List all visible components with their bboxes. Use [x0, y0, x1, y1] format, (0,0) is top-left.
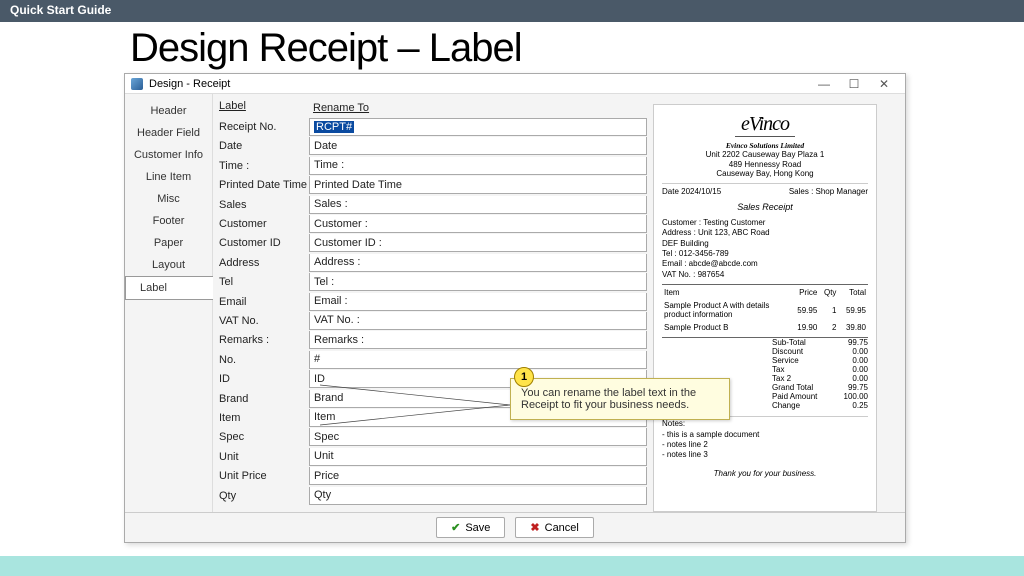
- section-sidebar: HeaderHeader FieldCustomer InfoLine Item…: [125, 94, 213, 512]
- preview-address: Unit 2202 Causeway Bay Plaza 1489 Hennes…: [662, 150, 868, 179]
- rename-input[interactable]: Printed Date Time: [309, 176, 647, 194]
- label-name: Brand: [219, 393, 309, 405]
- window-icon: [131, 78, 143, 90]
- label-name: Spec: [219, 431, 309, 443]
- maximize-button[interactable]: ☐: [839, 77, 869, 91]
- label-row: CustomerCustomer :: [219, 214, 647, 233]
- preview-heading: Sales Receipt: [662, 202, 868, 212]
- save-button[interactable]: ✔Save: [436, 517, 505, 538]
- sidebar-item-misc[interactable]: Misc: [125, 188, 212, 210]
- label-name: ID: [219, 373, 309, 385]
- label-name: Unit Price: [219, 470, 309, 482]
- close-button[interactable]: ✕: [869, 77, 899, 91]
- preview-thanks: Thank you for your business.: [662, 469, 868, 478]
- label-row: Time :Time :: [219, 156, 647, 175]
- rename-input[interactable]: Customer ID :: [309, 234, 647, 252]
- page-title: Design Receipt – Label: [0, 22, 1024, 71]
- label-name: Receipt No.: [219, 121, 309, 133]
- label-row: VAT No.VAT No. :: [219, 311, 647, 330]
- minimize-button[interactable]: —: [809, 77, 839, 91]
- label-form: LabelRename ToReceipt No.RCPT#DateDateTi…: [213, 94, 653, 512]
- rename-input[interactable]: Sales :: [309, 196, 647, 214]
- preview-customer: Customer : Testing CustomerAddress : Uni…: [662, 218, 868, 280]
- rename-input[interactable]: Unit: [309, 448, 647, 466]
- label-name: Tel: [219, 276, 309, 288]
- callout-box: You can rename the label text in the Rec…: [510, 378, 730, 420]
- label-name: Date: [219, 140, 309, 152]
- guide-topbar: Quick Start Guide: [0, 0, 1024, 22]
- label-row: SalesSales :: [219, 195, 647, 214]
- sidebar-item-header[interactable]: Header: [125, 100, 212, 122]
- label-name: Printed Date Time: [219, 179, 309, 191]
- sidebar-item-line-item[interactable]: Line Item: [125, 166, 212, 188]
- button-bar: ✔Save ✖Cancel: [125, 512, 905, 542]
- rename-input[interactable]: RCPT#: [309, 118, 647, 136]
- label-name: Unit: [219, 451, 309, 463]
- rename-input[interactable]: Address :: [309, 254, 647, 272]
- preview-items: ItemPriceQtyTotalSample Product A with d…: [662, 284, 868, 335]
- rename-input[interactable]: Email :: [309, 293, 647, 311]
- label-row: No.#: [219, 350, 647, 369]
- design-receipt-window: Design - Receipt — ☐ ✕ HeaderHeader Fiel…: [124, 73, 906, 543]
- label-row: DateDate: [219, 137, 647, 156]
- window-title: Design - Receipt: [149, 78, 230, 90]
- col2-header: Rename To: [309, 100, 647, 116]
- rename-input[interactable]: Customer :: [309, 215, 647, 233]
- preview-logo: eVinco: [735, 113, 795, 137]
- sidebar-item-customer-info[interactable]: Customer Info: [125, 144, 212, 166]
- rename-input[interactable]: Qty: [309, 487, 647, 505]
- rename-input[interactable]: Spec: [309, 428, 647, 446]
- sidebar-item-paper[interactable]: Paper: [125, 232, 212, 254]
- sidebar-item-header-field[interactable]: Header Field: [125, 122, 212, 144]
- label-row: SpecSpec: [219, 428, 647, 447]
- label-name: Item: [219, 412, 309, 424]
- rename-input[interactable]: Time :: [309, 157, 647, 175]
- rename-input[interactable]: Tel :: [309, 273, 647, 291]
- label-row: Customer IDCustomer ID :: [219, 234, 647, 253]
- sidebar-item-layout[interactable]: Layout: [125, 254, 212, 276]
- cross-icon: ✖: [530, 521, 539, 534]
- label-row: UnitUnit: [219, 447, 647, 466]
- label-name: VAT No.: [219, 315, 309, 327]
- label-row: AddressAddress :: [219, 253, 647, 272]
- label-name: Qty: [219, 490, 309, 502]
- rename-input[interactable]: Date: [309, 137, 647, 155]
- callout-badge: 1: [514, 367, 534, 387]
- preview-company: Evinco Solutions Limited: [662, 141, 868, 150]
- rename-input[interactable]: Price: [309, 467, 647, 485]
- label-name: Sales: [219, 199, 309, 211]
- label-name: Time :: [219, 160, 309, 172]
- label-name: Customer: [219, 218, 309, 230]
- label-row: Printed Date TimePrinted Date Time: [219, 176, 647, 195]
- label-row: Receipt No.RCPT#: [219, 117, 647, 136]
- check-icon: ✔: [451, 521, 460, 534]
- cancel-button[interactable]: ✖Cancel: [515, 517, 593, 538]
- rename-input[interactable]: VAT No. :: [309, 312, 647, 330]
- label-name: Email: [219, 296, 309, 308]
- rename-input[interactable]: Remarks :: [309, 331, 647, 349]
- rename-input[interactable]: #: [309, 351, 647, 369]
- sidebar-item-label[interactable]: Label: [125, 276, 213, 300]
- receipt-preview: eVinco Evinco Solutions LimitedUnit 2202 …: [653, 104, 877, 512]
- label-row: QtyQty: [219, 486, 647, 505]
- window-titlebar: Design - Receipt — ☐ ✕: [125, 74, 905, 94]
- label-row: Remarks :Remarks :: [219, 331, 647, 350]
- label-name: No.: [219, 354, 309, 366]
- label-name: Customer ID: [219, 237, 309, 249]
- label-row: TelTel :: [219, 273, 647, 292]
- label-row: Unit PricePrice: [219, 466, 647, 485]
- label-row: EmailEmail :: [219, 292, 647, 311]
- label-name: Remarks :: [219, 334, 309, 346]
- label-name: Address: [219, 257, 309, 269]
- sidebar-item-footer[interactable]: Footer: [125, 210, 212, 232]
- col1-header: Label: [219, 100, 309, 116]
- preview-notes: Notes:- this is a sample document- notes…: [662, 416, 868, 461]
- bottom-bar: [0, 556, 1024, 576]
